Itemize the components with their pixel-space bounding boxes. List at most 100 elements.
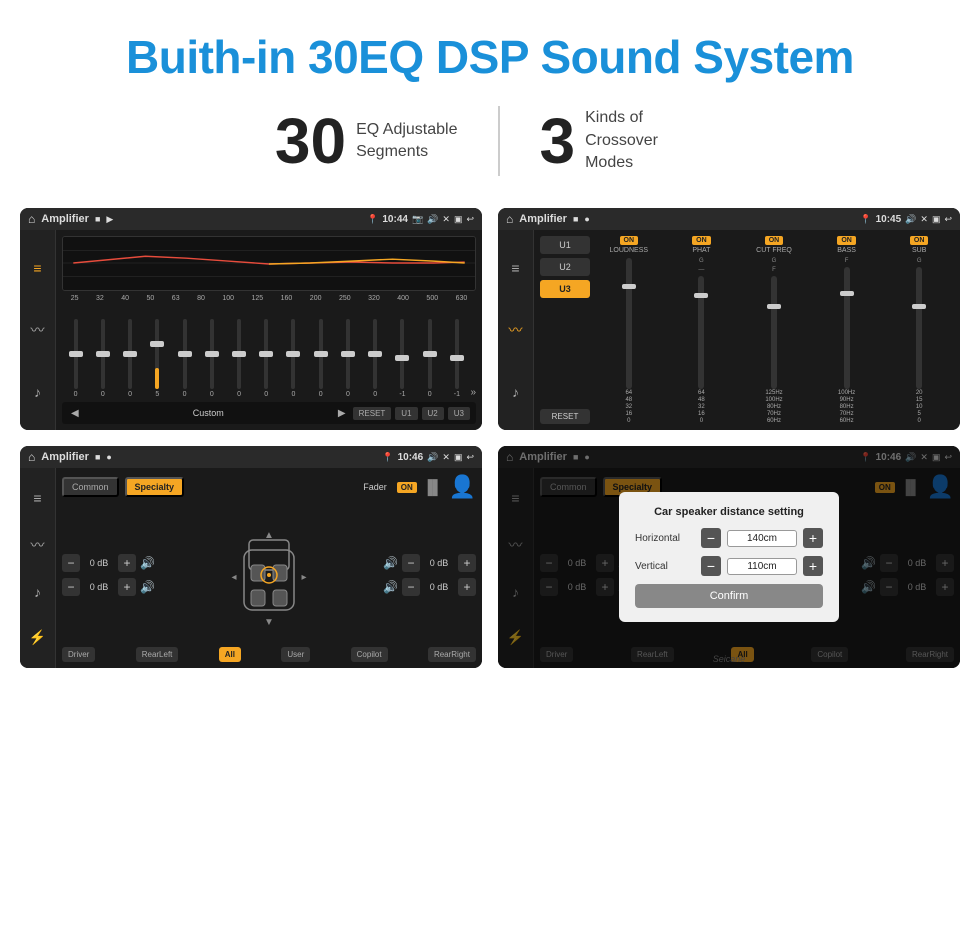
sidebar-vol-icon[interactable]: ♪ — [34, 384, 41, 400]
eq-prev-btn[interactable]: ◀ — [68, 407, 82, 420]
status-bar-2: ⌂ Amplifier ■ ● 📍 10:45 🔊 ✕ ▣ ↩ — [498, 208, 960, 230]
horizontal-minus-btn[interactable]: − — [701, 528, 721, 548]
seat-all-btn[interactable]: All — [219, 647, 241, 662]
spec-common-tab[interactable]: Common — [62, 477, 119, 497]
speaker-icon-1[interactable]: 🔊 — [427, 214, 438, 225]
eq-u1-btn[interactable]: U1 — [395, 407, 417, 420]
confirm-button[interactable]: Confirm — [635, 584, 823, 608]
page-title: Buith-in 30EQ DSP Sound System — [106, 0, 874, 104]
screen1-title: Amplifier — [41, 213, 89, 225]
eq-sliders: 0 0 0 5 0 — [62, 308, 476, 398]
cross-ch-loudness: ON LOUDNESS 64 48 32 16 0 — [594, 236, 664, 424]
eq-slider-13: 0 — [416, 319, 443, 398]
sub-on[interactable]: ON — [910, 236, 929, 245]
eq-slider-10: 0 — [334, 319, 361, 398]
fader-on-badge[interactable]: ON — [397, 482, 417, 493]
vertical-plus-btn[interactable]: + — [803, 556, 823, 576]
spec-top: Common Specialty Fader ON ▐▌ 👤 — [62, 474, 476, 500]
eq-labels: 25 32 40 50 63 80 100 125 160 200 250 32… — [62, 295, 476, 302]
screens-grid: ⌂ Amplifier ■ ▶ 📍 10:44 📷 🔊 ✕ ▣ ↩ ≡ 〰 ♪ — [0, 208, 980, 698]
cross-u3-btn[interactable]: U3 — [540, 280, 590, 298]
spec-plus-2[interactable]: + — [118, 578, 136, 596]
eq-reset-btn[interactable]: RESET — [353, 407, 392, 420]
cross-ch-bass: ON BASS F 100Hz 90Hz 80Hz 70Hz 60Hz — [812, 236, 882, 424]
speaker-icon-3[interactable]: 🔊 — [427, 452, 438, 463]
phat-on[interactable]: ON — [692, 236, 711, 245]
pin-icon-2: 📍 — [860, 214, 871, 225]
windows-icon-2[interactable]: ▣ — [932, 214, 941, 225]
cross-u2-btn[interactable]: U2 — [540, 258, 590, 276]
dialog-overlay: Car speaker distance setting Horizontal … — [498, 446, 960, 668]
home-icon-1[interactable]: ⌂ — [28, 212, 35, 226]
close-icon-1[interactable]: ✕ — [442, 214, 450, 225]
seat-copilot-btn[interactable]: Copilot — [351, 647, 388, 662]
cross-reset-btn[interactable]: RESET — [540, 409, 590, 424]
eq-slider-4: 0 — [171, 319, 198, 398]
speaker-icon-2[interactable]: 🔊 — [905, 214, 916, 225]
seat-driver-btn[interactable]: Driver — [62, 647, 95, 662]
sidebar-wave-icon-3[interactable]: 〰 — [31, 535, 45, 555]
seat-rearright-btn[interactable]: RearRight — [428, 647, 476, 662]
cutfreq-on[interactable]: ON — [765, 236, 784, 245]
eq-u2-btn[interactable]: U2 — [422, 407, 444, 420]
sidebar-eq-icon-2[interactable]: ≡ — [511, 260, 519, 276]
spec-specialty-tab[interactable]: Specialty — [125, 477, 185, 497]
home-icon-3[interactable]: ⌂ — [28, 450, 35, 464]
person-icon[interactable]: 👤 — [449, 474, 476, 500]
return-icon-1[interactable]: ↩ — [466, 214, 474, 225]
close-icon-3[interactable]: ✕ — [442, 452, 450, 463]
sidebar-wave-icon-2[interactable]: 〰 — [509, 320, 523, 340]
record-icon-3: ■ — [95, 452, 100, 462]
speaker-right-rear-icon: 🔊 — [383, 580, 398, 594]
time-1: 10:44 — [382, 214, 408, 225]
spec-minus-4[interactable]: − — [402, 578, 420, 596]
camera-icon-1[interactable]: 📷 — [412, 214, 423, 225]
time-2: 10:45 — [876, 214, 902, 225]
vertical-minus-btn[interactable]: − — [701, 556, 721, 576]
spec-db-row-4: 🔊 − 0 dB + — [383, 578, 476, 596]
specialty-main: Common Specialty Fader ON ▐▌ 👤 − 0 dB + … — [56, 468, 482, 668]
bass-on[interactable]: ON — [837, 236, 856, 245]
cross-presets: U1 U2 U3 RESET — [540, 236, 590, 424]
screen-crossover: ⌂ Amplifier ■ ● 📍 10:45 🔊 ✕ ▣ ↩ ≡ 〰 ♪ — [498, 208, 960, 430]
horizontal-plus-btn[interactable]: + — [803, 528, 823, 548]
car-diagram: ▲ ▼ ◂ ▸ — [229, 520, 309, 630]
screen2-title: Amplifier — [519, 213, 567, 225]
home-icon-2[interactable]: ⌂ — [506, 212, 513, 226]
spec-plus-4[interactable]: + — [458, 578, 476, 596]
windows-icon-3[interactable]: ▣ — [454, 452, 463, 463]
eq-graph — [62, 236, 476, 291]
eq-slider-2: 0 — [116, 319, 143, 398]
eq-next-btn[interactable]: ▶ — [335, 407, 349, 420]
seat-rearleft-btn[interactable]: RearLeft — [136, 647, 179, 662]
loudness-on[interactable]: ON — [620, 236, 639, 245]
spec-minus-1[interactable]: − — [62, 554, 80, 572]
spec-plus-1[interactable]: + — [118, 554, 136, 572]
cross-channels: ON LOUDNESS 64 48 32 16 0 ON — [594, 236, 954, 424]
close-icon-2[interactable]: ✕ — [920, 214, 928, 225]
sidebar-bt-icon-3[interactable]: ⚡ — [29, 629, 46, 646]
return-icon-3[interactable]: ↩ — [466, 452, 474, 463]
sub-label: SUB — [912, 247, 926, 254]
seat-user-btn[interactable]: User — [281, 647, 310, 662]
sidebar-eq-icon[interactable]: ≡ — [33, 260, 41, 276]
spec-db-val-4: 0 dB — [424, 582, 454, 592]
eq-scroll-right[interactable]: » — [471, 387, 477, 398]
sidebar-wave-icon[interactable]: 〰 — [31, 320, 45, 340]
spec-db-row-1: − 0 dB + 🔊 — [62, 554, 155, 572]
sidebar-vol-icon-2[interactable]: ♪ — [512, 384, 519, 400]
eq-preset-label: Custom — [86, 408, 331, 418]
dialog-title: Car speaker distance setting — [635, 506, 823, 518]
spec-minus-2[interactable]: − — [62, 578, 80, 596]
spec-minus-3[interactable]: − — [402, 554, 420, 572]
fader-label: Fader — [363, 482, 387, 492]
eq-u3-btn[interactable]: U3 — [448, 407, 470, 420]
spec-db-row-3: 🔊 − 0 dB + — [383, 554, 476, 572]
return-icon-2[interactable]: ↩ — [944, 214, 952, 225]
sidebar-eq-icon-3[interactable]: ≡ — [33, 490, 41, 506]
spec-plus-3[interactable]: + — [458, 554, 476, 572]
windows-icon-1[interactable]: ▣ — [454, 214, 463, 225]
sidebar-vol-icon-3[interactable]: ♪ — [34, 584, 41, 600]
play-icon-1[interactable]: ▶ — [106, 214, 113, 225]
cross-u1-btn[interactable]: U1 — [540, 236, 590, 254]
